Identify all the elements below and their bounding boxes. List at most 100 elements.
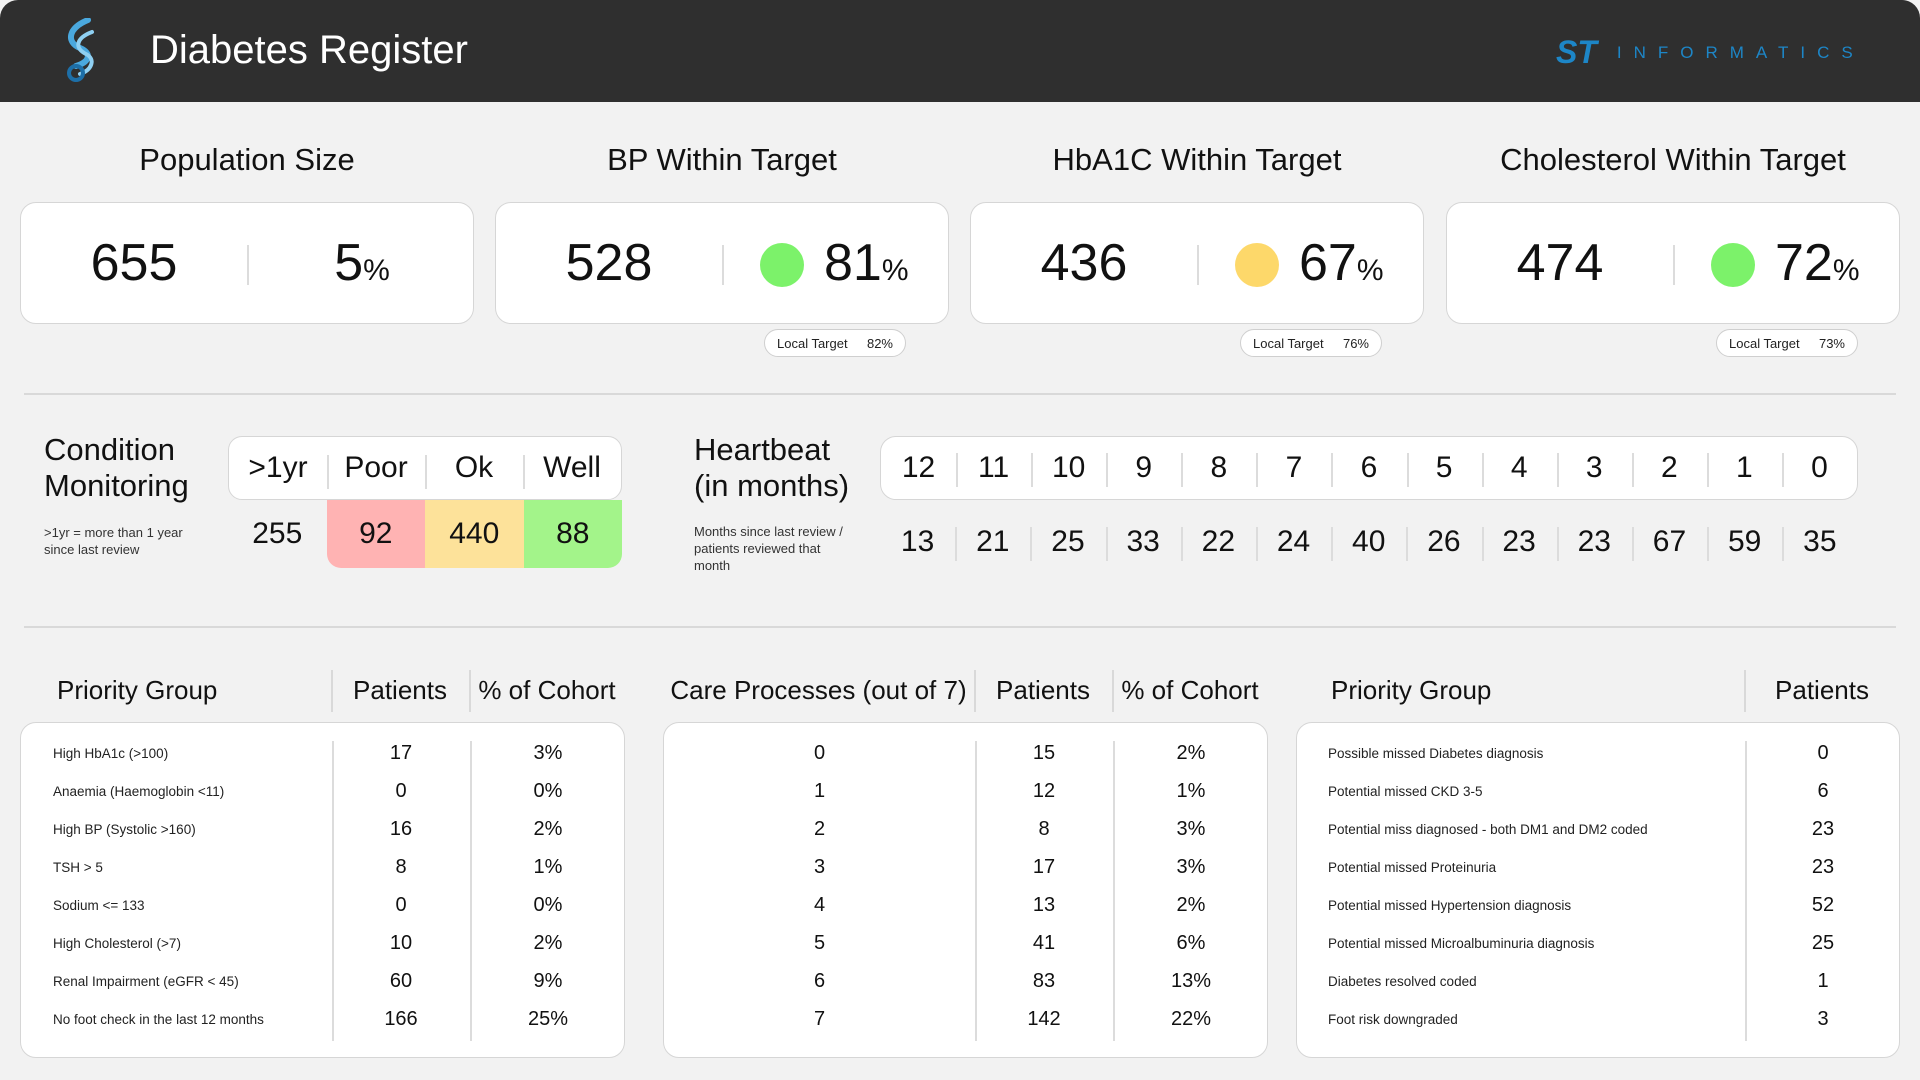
heartbeat-month-2: 10 [1031,451,1106,487]
cohort-percent-cell: 1% [1176,779,1206,802]
cohort-percent-cell: 2% [533,931,563,954]
care-processes-cell: 6 [813,969,826,992]
table-row[interactable]: Foot risk downgraded 3 [1297,1000,1899,1038]
condition-monitoring-value-row: 255 92 440 88 [228,500,622,568]
cm-header-over-1yr: >1yr [248,451,308,484]
table-row[interactable]: High HbA1c (>100) 17 3% [21,734,624,772]
priority-group-cell: Foot risk downgraded [1328,1011,1458,1027]
table-row[interactable]: Renal Impairment (eGFR < 45) 60 9% [21,962,624,1000]
heartbeat-count-10[interactable]: 67 [1631,525,1707,561]
cm-value-poor[interactable]: 92 [326,500,425,568]
priority-group-cell: Potential missed Microalbuminuria diagno… [1328,935,1595,951]
heartbeat-title-line1: Heartbeat [694,432,831,467]
cohort-percent-cell: 0% [533,893,563,916]
table-row[interactable]: Potential missed Proteinuria 23 [1297,848,1899,886]
priority-group-cell: High HbA1c (>100) [53,745,169,761]
table-row[interactable]: Potential missed Microalbuminuria diagno… [1297,924,1899,962]
kpi-percent: 67% [1299,233,1384,293]
heartbeat-month-10: 2 [1631,451,1707,487]
table-row[interactable]: TSH > 5 8 1% [21,848,624,886]
priority-group-cell: Renal Impairment (eGFR < 45) [53,973,239,989]
table-row[interactable]: High Cholesterol (>7) 10 2% [21,924,624,962]
heartbeat-months-row: 12 11 10 9 8 7 6 5 4 3 2 1 0 [880,436,1858,500]
care-table: 0 15 2% 1 12 1% 2 8 3% 3 17 3% 4 13 2% 5 41 6% 6 83 13% 7 142 2… [663,722,1268,1058]
kpi-percent-value: 5 [334,234,364,292]
heartbeat-count-5[interactable]: 24 [1255,525,1331,561]
table-row[interactable]: 5 41 6% [664,924,1267,962]
cohort-percent-cell: 0% [533,779,563,802]
patients-cell: 23 [1811,817,1835,840]
kpi-card-cholesterol[interactable]: 474 72% [1446,202,1900,324]
cm-value-well[interactable]: 88 [523,500,622,568]
cohort-percent-cell: 3% [533,741,563,764]
cohort-percent-cell: 22% [1170,1007,1212,1030]
section-divider [24,626,1896,628]
kpi-card-bp[interactable]: 528 81% [495,202,949,324]
table-row[interactable]: Potential missed Hypertension diagnosis 5… [1297,886,1899,924]
kpi-title-hba1c: HbA1C Within Target [1052,142,1342,177]
table-row[interactable]: No foot check in the last 12 months 166 25… [21,1000,624,1038]
heartbeat-count-0[interactable]: 13 [880,525,955,559]
care-processes-cell: 7 [813,1007,826,1030]
kpi-card-population[interactable]: 655 5% [20,202,474,324]
local-target-label: Local Target [1253,335,1324,351]
table-row[interactable]: 0 15 2% [664,734,1267,772]
heartbeat-month-0: 12 [901,451,936,484]
cohort-percent-cell: 6% [1176,931,1206,954]
status-dot-icon [1235,243,1279,287]
patients-cell: 25 [1811,931,1835,954]
priority-group-cell: Sodium <= 133 [53,897,145,913]
heartbeat-count-9[interactable]: 23 [1556,525,1632,561]
table-row[interactable]: Potential miss diagnosed - both DM1 and … [1297,810,1899,848]
heartbeat-count-8[interactable]: 23 [1481,525,1557,561]
table-row[interactable]: Diabetes resolved coded 1 [1297,962,1899,1000]
table-row[interactable]: Possible missed Diabetes diagnosis 0 [1297,734,1899,772]
missed-table: Possible missed Diabetes diagnosis 0 Poten… [1296,722,1900,1058]
priority-group-cell: High BP (Systolic >160) [53,821,196,837]
priority-col-header-cohort: % of Cohort [478,674,616,705]
table-row[interactable]: 2 8 3% [664,810,1267,848]
table-row[interactable]: Potential missed CKD 3-5 6 [1297,772,1899,810]
patients-cell: 3 [1817,1007,1829,1030]
table-row[interactable]: 3 17 3% [664,848,1267,886]
heartbeat-count-4[interactable]: 22 [1180,525,1256,561]
heartbeat-count-12[interactable]: 35 [1782,525,1857,561]
page-title: Diabetes Register [150,28,468,72]
divider [1197,245,1199,285]
heartbeat-count-3[interactable]: 33 [1105,525,1181,561]
kpi-card-hba1c[interactable]: 436 67% [970,202,1424,324]
heartbeat-count-2[interactable]: 25 [1030,525,1105,561]
local-target-badge-bp: Local Target 82% [764,329,906,357]
brand-st: ST [1556,34,1597,70]
heartbeat-count-11[interactable]: 59 [1707,525,1782,561]
kpi-count: 436 [1040,234,1128,292]
heartbeat-count-7[interactable]: 26 [1406,525,1481,561]
patients-cell: 8 [395,855,407,878]
cm-header-poor: Poor [327,451,425,489]
cohort-percent-cell: 3% [1176,855,1206,878]
section-divider [24,393,1896,395]
cohort-percent-cell: 3% [1176,817,1206,840]
heartbeat-count-6[interactable]: 40 [1331,525,1406,561]
condition-monitoring-title-line1: Condition [44,432,175,467]
kpi-percent: 81% [824,233,909,293]
missed-table-header: Priority Group Patients [1296,670,1900,712]
local-target-value: 82% [866,335,893,351]
patients-cell: 83 [1032,969,1056,992]
table-row[interactable]: 6 83 13% [664,962,1267,1000]
heartbeat-count-1[interactable]: 21 [955,525,1030,561]
cm-value-over-1yr[interactable]: 255 [228,500,327,568]
table-row[interactable]: High BP (Systolic >160) 16 2% [21,810,624,848]
patients-cell: 52 [1811,893,1835,916]
priority-group-cell: High Cholesterol (>7) [53,935,181,951]
table-row[interactable]: Sodium <= 133 0 0% [21,886,624,924]
cm-value-ok[interactable]: 440 [425,500,524,568]
patients-cell: 0 [1817,741,1829,764]
table-row[interactable]: 4 13 2% [664,886,1267,924]
status-dot-icon [760,243,804,287]
cohort-percent-cell: 1% [533,855,563,878]
table-row[interactable]: Anaemia (Haemoglobin <11) 0 0% [21,772,624,810]
table-row[interactable]: 1 12 1% [664,772,1267,810]
table-row[interactable]: 7 142 22% [664,1000,1267,1038]
priority-group-cell: Potential miss diagnosed - both DM1 and … [1328,821,1648,837]
